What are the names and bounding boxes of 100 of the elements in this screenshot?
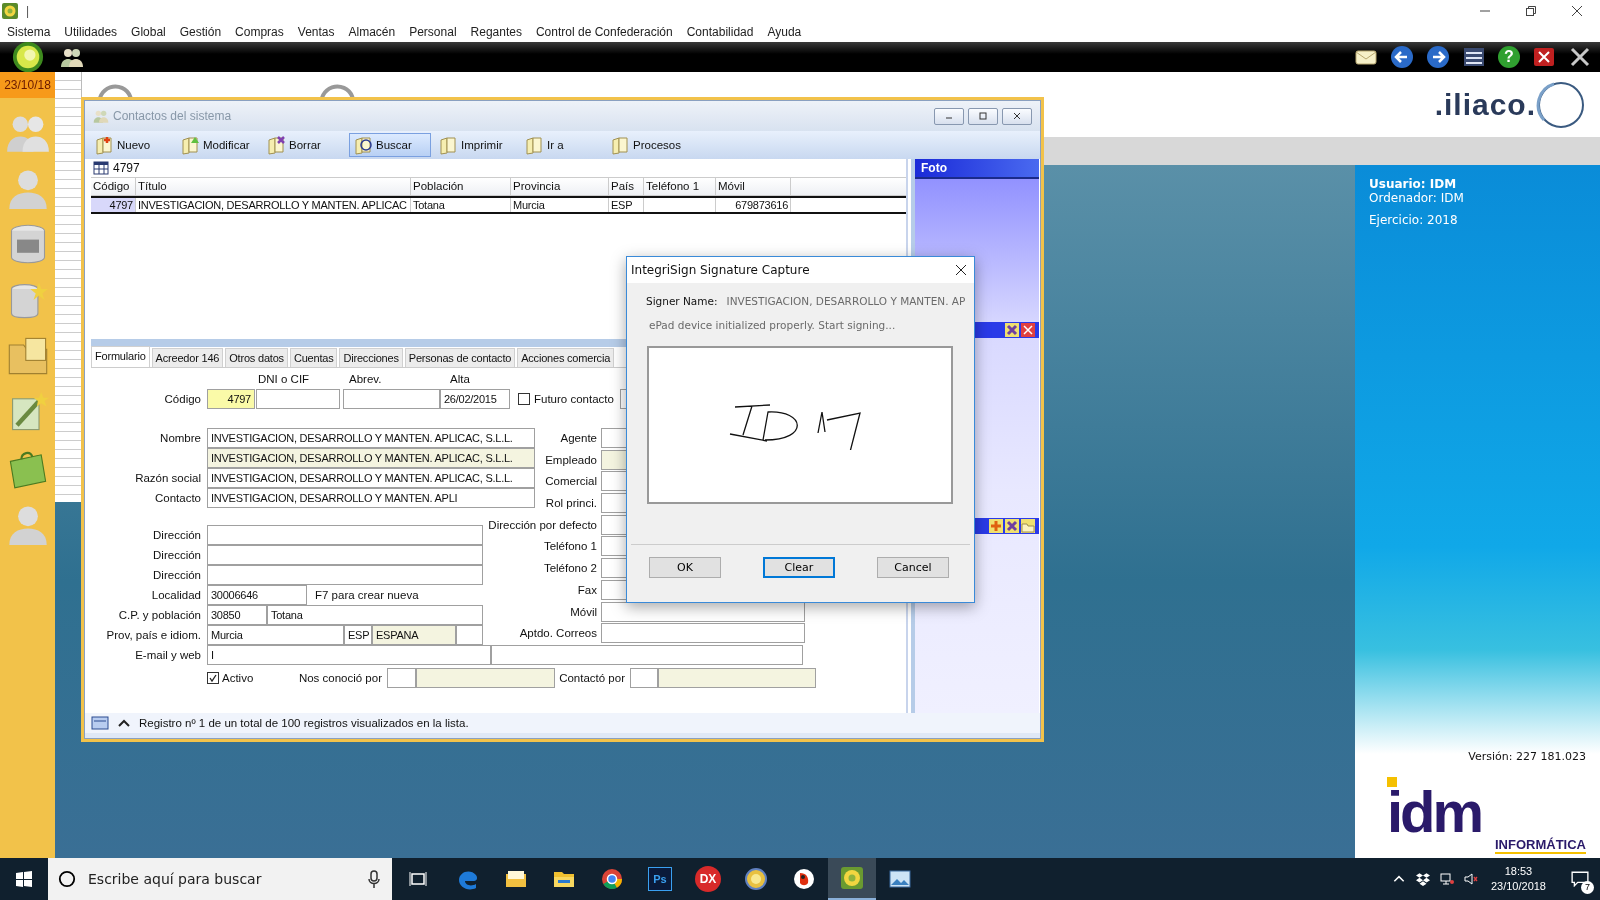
input-field[interactable] — [343, 389, 440, 409]
input-field[interactable]: INVESTIGACION, DESARROLLO Y MANTEN. APLI — [207, 488, 535, 508]
dropbox-icon[interactable] — [1415, 872, 1430, 886]
table-cell: Totana — [411, 198, 511, 212]
field-label: Contactó por — [558, 672, 625, 684]
toolbar-button[interactable]: Procesos — [607, 133, 689, 157]
toolbar-button[interactable]: Buscar — [349, 133, 431, 157]
input-field[interactable] — [630, 668, 658, 688]
dialog-button[interactable]: Clear — [763, 557, 835, 578]
menu-item[interactable]: Control de Confederación — [535, 25, 673, 39]
document-icon[interactable] — [354, 135, 374, 155]
input-field[interactable]: ESP — [344, 625, 372, 645]
tab[interactable]: Otros datos — [225, 348, 288, 367]
column-header[interactable]: Título — [136, 178, 411, 195]
tab[interactable]: Acreedor 146 — [151, 348, 224, 367]
column-header[interactable]: Código — [91, 178, 136, 195]
restore-icon[interactable] — [1526, 6, 1536, 16]
close-button[interactable] — [1002, 107, 1032, 125]
minimize-button[interactable] — [934, 107, 964, 125]
menu-item[interactable]: Utilidades — [64, 25, 118, 39]
menu-item[interactable]: Regantes — [470, 25, 522, 39]
column-header[interactable]: Población — [411, 178, 511, 195]
cross-icon[interactable] — [1005, 519, 1019, 533]
volume-muted-icon[interactable] — [1463, 872, 1478, 886]
photo-panel-header: Foto — [915, 159, 1039, 179]
grid-icon[interactable] — [93, 161, 109, 175]
plus-icon[interactable] — [989, 519, 1003, 533]
checkbox[interactable] — [518, 393, 530, 405]
task-view-icon[interactable] — [408, 869, 428, 889]
close-icon[interactable] — [1532, 45, 1556, 69]
menu-item[interactable]: Ventas — [297, 25, 335, 39]
input-field[interactable]: Totana — [267, 605, 483, 625]
toolbar-button[interactable]: Nuevo — [91, 133, 173, 157]
input-field[interactable]: I — [207, 645, 491, 665]
network-icon[interactable] — [1439, 872, 1454, 886]
input-field[interactable]: INVESTIGACION, DESARROLLO Y MANTEN. APLICAC, S.L.L. — [207, 468, 535, 488]
close-icon[interactable] — [1572, 6, 1582, 16]
search-icon[interactable] — [58, 870, 76, 888]
input-field[interactable] — [207, 545, 483, 565]
input-field[interactable] — [387, 668, 416, 688]
dialog-button[interactable]: Cancel — [877, 557, 949, 578]
tab[interactable]: Cuentas — [289, 348, 338, 367]
taskbar-app-button[interactable]: DX — [684, 858, 732, 900]
tab[interactable]: Acciones comercia — [517, 348, 615, 367]
input-field[interactable] — [491, 645, 803, 665]
tab[interactable]: Direcciones — [339, 348, 403, 367]
input-field[interactable]: Murcia — [207, 625, 344, 645]
input-field[interactable] — [416, 668, 555, 688]
search-input[interactable]: Escribe aquí para buscar — [86, 870, 358, 888]
toolbar-button[interactable]: Ir a — [521, 133, 603, 157]
input-field[interactable] — [601, 623, 805, 644]
app-icon[interactable] — [828, 858, 876, 900]
menu-item[interactable]: Compras — [235, 25, 284, 39]
input-field[interactable]: 30006646 — [207, 585, 307, 605]
input-field[interactable]: 4797 — [207, 389, 255, 409]
menu-item[interactable]: Contabilidad — [686, 25, 754, 39]
input-field[interactable]: INVESTIGACION, DESARROLLO Y MANTEN. APLICAC, S.L.L. — [207, 448, 535, 468]
start-icon[interactable] — [16, 871, 32, 887]
menu-item[interactable]: Personal — [409, 25, 457, 39]
menu-item[interactable]: Gestión — [179, 25, 222, 39]
menu-item[interactable]: Almacén — [348, 25, 396, 39]
input-field[interactable] — [256, 389, 340, 409]
input-field[interactable]: INVESTIGACION, DESARROLLO Y MANTEN. APLICAC, S.L.L. — [207, 428, 535, 448]
input-field[interactable] — [658, 668, 816, 688]
column-header[interactable]: Teléfono 1 — [644, 178, 716, 195]
menu-item[interactable]: Sistema — [7, 25, 51, 39]
cross-icon[interactable] — [1005, 323, 1019, 337]
menu-item[interactable]: Ayuda — [767, 25, 802, 39]
tools-icon[interactable] — [1568, 45, 1592, 69]
clock[interactable]: 18:53 23/10/2018 — [1490, 864, 1546, 894]
toolbar-button[interactable]: Modificar — [177, 133, 259, 157]
signer-name: INVESTIGACION, DESARROLLO Y MANTEN. AP — [726, 295, 966, 307]
tab[interactable]: Personas de contacto — [404, 348, 516, 367]
input-field[interactable] — [456, 625, 483, 645]
menu-item[interactable]: Global — [131, 25, 166, 39]
input-field[interactable] — [601, 601, 805, 622]
column-header[interactable]: Provincia — [511, 178, 609, 195]
maximize-icon[interactable] — [978, 111, 988, 121]
close-icon[interactable] — [1012, 111, 1022, 121]
tab[interactable]: Formulario — [91, 346, 150, 367]
toolbar-button[interactable]: Borrar — [263, 133, 345, 157]
document-icon[interactable] — [95, 135, 115, 155]
column-header[interactable]: Móvil — [716, 178, 791, 195]
list-icon[interactable] — [1462, 45, 1486, 69]
input-field[interactable] — [207, 565, 483, 585]
toolbar-button[interactable]: Imprimir — [435, 133, 517, 157]
notification-count: 7 — [1581, 881, 1594, 894]
microphone-icon[interactable] — [368, 870, 380, 888]
column-header[interactable]: País — [609, 178, 644, 195]
input-field[interactable]: ESPANA — [372, 625, 456, 645]
signature-pad[interactable] — [647, 346, 953, 504]
input-field[interactable]: 26/02/2015 — [440, 389, 510, 409]
checkbox[interactable] — [207, 672, 219, 684]
input-field[interactable]: 30850 — [207, 605, 267, 625]
close-icon[interactable] — [956, 265, 966, 275]
input-field[interactable] — [207, 525, 483, 545]
taskbar-app-button[interactable]: Ps — [636, 858, 684, 900]
document-icon[interactable] — [267, 135, 287, 155]
search-field[interactable]: Escribe aquí para buscar — [48, 858, 392, 900]
dialog-button[interactable]: OK — [649, 557, 721, 578]
